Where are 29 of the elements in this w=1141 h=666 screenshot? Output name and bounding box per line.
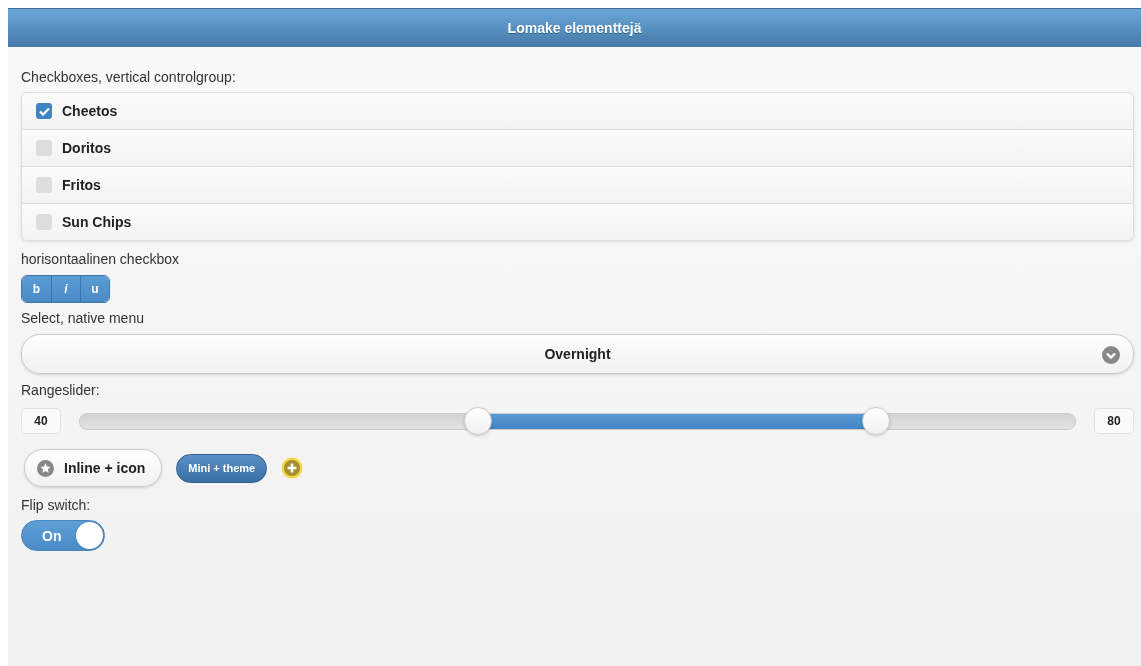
group-label: Checkboxes, vertical controlgroup:	[21, 69, 237, 85]
select-menu[interactable]: Overnight	[21, 334, 1134, 374]
switch-label: Flip switch:	[21, 497, 92, 513]
check-icon	[38, 106, 50, 116]
checkbox[interactable]	[36, 177, 52, 193]
plus-icon	[281, 457, 304, 479]
checkbox-row[interactable]: Doritos	[22, 129, 1133, 166]
slider-handle[interactable]	[862, 406, 890, 435]
checkbox-label: Cheetos	[62, 103, 118, 119]
header-bar: Lomake elementtejä	[8, 8, 1141, 47]
checkbox[interactable]	[36, 103, 52, 119]
checkbox[interactable]	[36, 140, 52, 156]
slider-handle[interactable]	[464, 406, 492, 435]
checkbox[interactable]	[36, 214, 52, 230]
mini-button[interactable]: Mini + theme	[176, 453, 268, 483]
inline-button[interactable]: Inline + icon	[24, 449, 163, 487]
range-low-input[interactable]: 40	[21, 408, 61, 434]
checkbox-row[interactable]: Cheetos	[22, 93, 1133, 129]
checkbox-label: Fritos	[62, 177, 101, 193]
range-high-input[interactable]: 80	[1094, 408, 1134, 434]
chevron-down-icon	[1102, 346, 1120, 364]
checkbox-label: Sun Chips	[62, 214, 132, 230]
select-label: Select, native menu	[21, 310, 145, 326]
checkbox-label: Doritos	[62, 140, 111, 156]
group-label: horisontaalinen checkbox	[21, 251, 180, 267]
checkbox-row[interactable]: Fritos	[22, 166, 1133, 203]
slider-label: Rangeslider:	[21, 382, 101, 398]
checkbox-row[interactable]: Sun Chips	[22, 203, 1133, 240]
add-button[interactable]	[281, 457, 304, 479]
